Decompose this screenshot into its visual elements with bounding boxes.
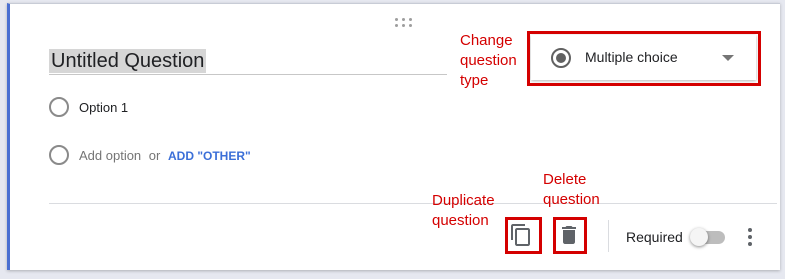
add-other-link[interactable]: ADD "OTHER" — [168, 149, 251, 163]
footer-divider — [49, 203, 777, 204]
add-option-radio — [49, 145, 69, 165]
option-1-label[interactable]: Option 1 — [79, 100, 128, 116]
question-title-input[interactable]: Untitled Question — [49, 49, 207, 73]
more-vert-icon[interactable] — [744, 226, 756, 248]
option-1-radio — [49, 97, 69, 117]
footer-vertical-divider — [608, 220, 609, 252]
annotation-delete-question: Delete question — [543, 171, 600, 208]
question-title-underline — [49, 74, 447, 75]
annotation-box-delete — [553, 217, 587, 254]
annotation-box-duplicate — [505, 217, 542, 254]
toggle-thumb — [690, 228, 708, 246]
annotation-change-question-type: Change question type — [460, 32, 517, 89]
required-label: Required — [626, 229, 683, 245]
drag-handle-icon[interactable] — [395, 18, 413, 28]
annotation-duplicate-question: Duplicate question — [432, 192, 495, 229]
annotation-box-question-type — [527, 31, 761, 86]
required-toggle[interactable] — [690, 228, 726, 246]
or-text: or — [148, 148, 161, 163]
add-option-link[interactable]: Add option — [79, 148, 141, 163]
